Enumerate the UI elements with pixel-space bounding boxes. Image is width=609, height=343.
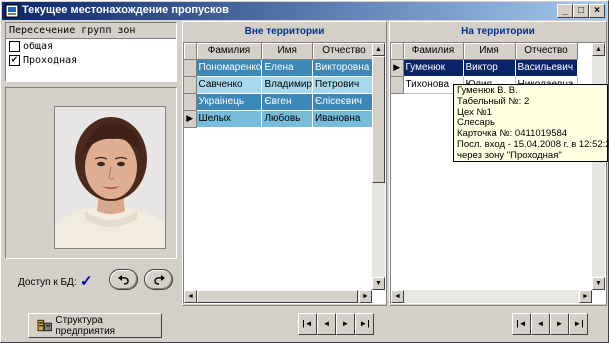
cell-lastname[interactable]: Гуменюк <box>403 59 464 77</box>
zone-groups-list: Пересечение групп зон общая ✔ Проходная <box>5 22 177 82</box>
table-row[interactable]: ▶ Гуменюк Виктор Васильевич <box>391 59 578 77</box>
nav-next-button[interactable]: ► <box>336 313 355 335</box>
person-portrait-image <box>55 107 165 248</box>
inside-panel-title: На территории <box>461 26 535 37</box>
row-indicator <box>184 93 197 111</box>
redo-button[interactable] <box>144 269 173 290</box>
cell-middlename[interactable]: Васильевич <box>515 59 578 77</box>
cell-firstname[interactable]: Євген <box>261 93 313 111</box>
scroll-right-icon[interactable]: ► <box>359 290 372 303</box>
title-bar[interactable]: Текущее местонахождение пропусков _ □ × <box>2 2 607 20</box>
undo-button[interactable] <box>109 269 138 290</box>
scroll-thumb[interactable] <box>197 290 358 303</box>
org-structure-icon <box>37 319 52 332</box>
cell-lastname[interactable]: Шелых <box>196 110 263 128</box>
photo-panel <box>5 87 177 259</box>
cell-firstname[interactable]: Виктор <box>463 59 516 77</box>
nav-prev-button[interactable]: ◄ <box>317 313 336 335</box>
table-row[interactable]: Украінець Євген Єлісеєвич <box>184 93 376 111</box>
zone-item-label: общая <box>23 40 54 52</box>
scroll-left-icon[interactable]: ◄ <box>184 290 197 303</box>
nav-last-button[interactable]: ►| <box>569 313 588 335</box>
cell-lastname[interactable]: Украінець <box>196 93 263 111</box>
cell-firstname[interactable]: Владимир <box>261 76 313 94</box>
scroll-right-icon[interactable]: ► <box>579 290 592 303</box>
inside-vertical-scrollbar[interactable]: ▲ ▼ <box>592 43 605 290</box>
app-icon <box>5 4 19 18</box>
tooltip-line: Табельный №: 2 <box>457 95 530 107</box>
close-button[interactable]: × <box>589 4 605 18</box>
header-indicator <box>391 43 404 60</box>
minimize-button[interactable]: _ <box>557 4 573 18</box>
outside-grid[interactable]: Фамилия Имя Отчество Пономаренко Елена В… <box>183 42 386 304</box>
current-row-arrow-icon: ▶ <box>184 110 197 128</box>
zone-item-general[interactable]: общая <box>6 39 176 53</box>
app-window: Текущее местонахождение пропусков _ □ × … <box>0 0 609 343</box>
column-header-middlename[interactable]: Отчество <box>312 43 376 60</box>
outside-table: Фамилия Имя Отчество Пономаренко Елена В… <box>184 43 376 128</box>
employee-tooltip: Гуменюк В. В. Табельный №: 2 Цех №1 Слес… <box>453 84 609 162</box>
cell-firstname[interactable]: Елена <box>261 59 313 77</box>
zone-item-label: Проходная <box>23 54 78 66</box>
outside-table-header: Фамилия Имя Отчество <box>184 43 376 60</box>
db-access-label: Доступ к БД: <box>18 277 77 288</box>
column-header-firstname[interactable]: Имя <box>261 43 313 60</box>
window-title: Текущее местонахождение пропусков <box>22 4 229 16</box>
zone-groups-header: Пересечение групп зон <box>6 23 176 39</box>
scroll-up-icon[interactable]: ▲ <box>372 43 385 56</box>
db-access-checkmark-icon: ✓ <box>80 273 93 290</box>
structure-button-label: Структура предприятия <box>55 314 116 337</box>
cell-lastname[interactable]: Пономаренко <box>196 59 263 77</box>
inside-navigator: |◄ ◄ ► ►| <box>512 313 588 335</box>
row-indicator <box>391 76 404 94</box>
scroll-left-icon[interactable]: ◄ <box>391 290 404 303</box>
cell-lastname[interactable]: Савченко <box>196 76 263 94</box>
scroll-down-icon[interactable]: ▼ <box>592 277 605 290</box>
structure-button[interactable]: Структура предприятия <box>28 313 162 338</box>
cell-middlename[interactable]: Ивановна <box>312 110 376 128</box>
scroll-down-icon[interactable]: ▼ <box>372 277 385 290</box>
table-row[interactable]: ▶ Шелых Любовь Ивановна <box>184 110 376 128</box>
current-row-arrow-icon: ▶ <box>391 59 404 77</box>
zone-checkpoint-checkbox[interactable]: ✔ <box>9 54 20 66</box>
zone-item-checkpoint[interactable]: ✔ Проходная <box>6 53 176 67</box>
inside-horizontal-scrollbar[interactable]: ◄ ► <box>391 290 592 303</box>
row-indicator <box>184 76 197 94</box>
row-indicator <box>184 59 197 77</box>
undo-icon <box>117 275 129 285</box>
maximize-button[interactable]: □ <box>573 4 589 18</box>
zone-general-checkbox[interactable] <box>9 40 20 52</box>
outside-vertical-scrollbar[interactable]: ▲ ▼ <box>372 43 385 290</box>
nav-first-button[interactable]: |◄ <box>298 313 317 335</box>
column-header-middlename[interactable]: Отчество <box>515 43 578 60</box>
redo-icon <box>153 275 165 285</box>
employee-photo <box>54 106 166 249</box>
table-row[interactable]: Пономаренко Елена Викторовна <box>184 59 376 77</box>
cell-middlename[interactable]: Викторовна <box>312 59 376 77</box>
outside-panel-title: Вне территории <box>244 26 325 37</box>
column-header-firstname[interactable]: Имя <box>463 43 516 60</box>
cell-middlename[interactable]: Єлісеєвич <box>312 93 376 111</box>
cell-middlename[interactable]: Петрович <box>312 76 376 94</box>
table-row[interactable]: Савченко Владимир Петрович <box>184 76 376 94</box>
outside-navigator: |◄ ◄ ► ►| <box>298 313 374 335</box>
inside-grid[interactable]: Фамилия Имя Отчество ▶ Гуменюк Виктор Ва… <box>390 42 606 304</box>
inside-table-header: Фамилия Имя Отчество <box>391 43 578 60</box>
cell-firstname[interactable]: Любовь <box>261 110 313 128</box>
nav-last-button[interactable]: ►| <box>355 313 374 335</box>
header-indicator <box>184 43 197 60</box>
tooltip-line: через зону "Проходная" <box>457 149 562 161</box>
outside-horizontal-scrollbar[interactable]: ◄ ► <box>184 290 372 303</box>
scroll-up-icon[interactable]: ▲ <box>592 43 605 56</box>
scroll-thumb[interactable] <box>372 56 385 183</box>
nav-prev-button[interactable]: ◄ <box>531 313 550 335</box>
nav-next-button[interactable]: ► <box>550 313 569 335</box>
column-header-lastname[interactable]: Фамилия <box>403 43 464 60</box>
column-header-lastname[interactable]: Фамилия <box>196 43 263 60</box>
nav-first-button[interactable]: |◄ <box>512 313 531 335</box>
